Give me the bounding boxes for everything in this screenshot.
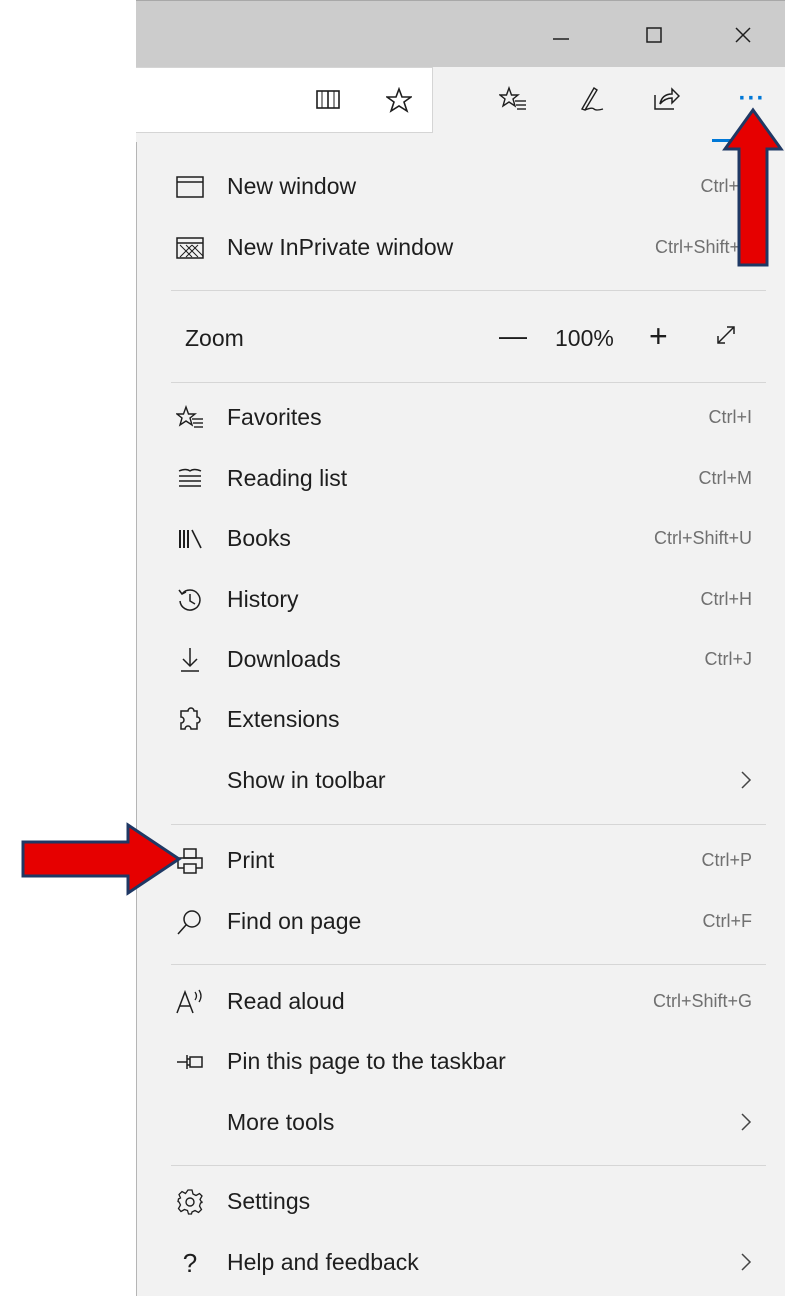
page-background (0, 0, 136, 1296)
menu-item-label: Read aloud (227, 988, 345, 1014)
menu-item-label: Pin this page to the taskbar (227, 1048, 506, 1074)
menu-item-downloads[interactable]: Downloads Ctrl+J (137, 631, 785, 687)
menu-item-label: Print (227, 847, 275, 873)
minimize-icon (553, 38, 569, 40)
pin-icon (175, 1047, 205, 1077)
divider (171, 290, 766, 291)
chevron-right-icon (736, 1248, 756, 1276)
menu-item-history[interactable]: History Ctrl+H (137, 571, 785, 627)
menu-item-more-tools[interactable]: More tools (137, 1094, 785, 1150)
menu-item-label: More tools (227, 1109, 335, 1135)
shortcut-text: Ctrl+P (701, 850, 752, 870)
menu-item-label: Settings (227, 1188, 311, 1214)
divider (171, 382, 766, 383)
read-aloud-icon (175, 987, 205, 1017)
shortcut-text: Ctrl+I (708, 407, 752, 427)
shortcut-text: Ctrl+Shift+U (653, 528, 752, 548)
shortcut-text: Ctrl+Shift+G (652, 991, 752, 1011)
reading-view-button[interactable] (308, 80, 348, 120)
menu-item-label: Favorites (227, 404, 322, 430)
close-button[interactable] (721, 15, 765, 55)
reading-view-icon (316, 90, 340, 109)
menu-item-help-and-feedback[interactable]: ? Help and feedback (137, 1234, 785, 1290)
extensions-icon (175, 705, 205, 735)
menu-item-show-in-toolbar[interactable]: Show in toolbar (137, 752, 785, 808)
zoom-row: Zoom — 100% + (137, 310, 785, 366)
download-icon (175, 645, 205, 675)
share-icon (654, 87, 680, 110)
zoom-out-button[interactable]: — (499, 320, 527, 352)
title-bar (136, 0, 785, 68)
menu-item-print[interactable]: Print Ctrl+P (137, 832, 785, 888)
menu-item-label: Extensions (227, 706, 340, 732)
menu-item-label: Downloads (227, 646, 341, 672)
menu-item-favorites[interactable]: Favorites Ctrl+I (137, 389, 785, 445)
menu-item-new-window[interactable]: New window Ctrl+N (137, 158, 785, 214)
menu-item-settings[interactable]: Settings (137, 1173, 785, 1229)
browser-toolbar: ··· (136, 67, 785, 142)
favorites-icon (175, 403, 205, 433)
minimize-button[interactable] (539, 15, 583, 55)
menu-item-new-inprivate-window[interactable]: New InPrivate window Ctrl+Shift+P (137, 219, 785, 275)
annotation-arrow-right (21, 822, 182, 896)
menu-item-extensions[interactable]: Extensions (137, 691, 785, 747)
reading-list-icon (175, 464, 205, 494)
settings-menu: New window Ctrl+N New InPrivate window C… (136, 142, 785, 1296)
zoom-label: Zoom (185, 325, 244, 351)
divider (171, 824, 766, 825)
menu-item-reading-list[interactable]: Reading list Ctrl+M (137, 450, 785, 506)
favorite-star-icon (386, 87, 412, 113)
fullscreen-button[interactable] (713, 322, 743, 352)
add-favorite-button[interactable] (379, 80, 419, 120)
chevron-right-icon (736, 1108, 756, 1136)
inprivate-icon (175, 233, 205, 263)
shortcut-text: Ctrl+J (704, 649, 752, 669)
menu-item-books[interactable]: Books Ctrl+Shift+U (137, 510, 785, 566)
history-icon (175, 585, 205, 615)
menu-item-label: Show in toolbar (227, 767, 386, 793)
maximize-button[interactable] (632, 15, 676, 55)
divider (171, 1165, 766, 1166)
window-icon (175, 172, 205, 202)
zoom-in-button[interactable]: + (649, 318, 668, 355)
shortcut-text: Ctrl+H (700, 589, 752, 609)
annotation-arrow-up (722, 107, 784, 267)
menu-item-pin-to-taskbar[interactable]: Pin this page to the taskbar (137, 1033, 785, 1089)
zoom-level: 100% (555, 325, 614, 351)
notes-button[interactable] (570, 79, 610, 119)
menu-item-label: Books (227, 525, 291, 551)
fullscreen-icon (717, 326, 735, 344)
divider (171, 964, 766, 965)
menu-item-find-on-page[interactable]: Find on page Ctrl+F (137, 893, 785, 949)
help-icon: ? (182, 1247, 198, 1278)
share-button[interactable] (646, 79, 686, 119)
search-icon (175, 907, 205, 937)
pen-icon (580, 87, 604, 111)
chevron-right-icon (736, 766, 756, 794)
menu-item-read-aloud[interactable]: Read aloud Ctrl+Shift+G (137, 973, 785, 1029)
menu-item-label: New InPrivate window (227, 234, 454, 260)
menu-item-label: New window (227, 173, 357, 199)
maximize-icon (646, 27, 662, 43)
favorites-hub-icon (499, 86, 526, 110)
shortcut-text: Ctrl+M (698, 468, 753, 488)
favorites-hub-button[interactable] (493, 79, 533, 119)
close-icon (735, 27, 751, 43)
menu-item-label: Find on page (227, 908, 362, 934)
shortcut-text: Ctrl+F (702, 911, 753, 931)
gear-icon (175, 1187, 205, 1217)
menu-item-label: Help and feedback (227, 1249, 419, 1275)
books-icon (175, 524, 205, 554)
menu-item-label: Reading list (227, 465, 348, 491)
address-bar[interactable] (136, 67, 433, 133)
menu-item-label: History (227, 586, 299, 612)
